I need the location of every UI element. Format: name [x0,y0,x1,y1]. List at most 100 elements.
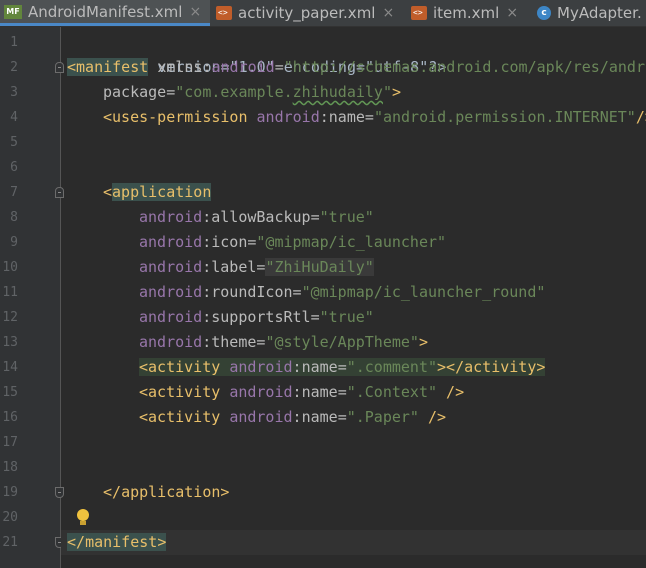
code-line: <manifest xmlns:android="http://schemas.… [61,55,646,80]
namespace: android [139,283,203,301]
tag-bracket: > [392,83,402,101]
line-number: 17 [2,435,18,450]
tag-name: uses-permission [112,108,248,126]
code-line: android:theme="@style/AppTheme"> [61,330,646,355]
line-number: 4 [10,110,18,125]
line-number: 8 [10,210,18,225]
line-number: 16 [2,410,18,425]
code-editor[interactable]: <?xml version="1.0" encoding="utf-8"?> <… [61,27,646,568]
namespace: android [139,308,203,326]
tag-bracket: < [139,358,149,376]
tag-bracket: > [220,483,230,501]
colon: : [292,408,302,426]
code-line: <activity android:name=".Paper" /> [61,405,646,430]
code-line: <activity android:name=".Context" /> [61,380,646,405]
code-line: <uses-permission android:name="android.p… [61,105,646,130]
line-number-gutter: 1 2 3 4 5 6 7 8 9 10 11 12 13 14 15 16 1… [0,27,64,568]
equals: = [292,283,302,301]
attribute-value: ".Context" [346,383,438,401]
attribute-name: name [328,108,365,126]
code-line: <activity android:name=".comment"></acti… [61,355,646,380]
equals: = [310,308,320,326]
tag-name: activity [464,358,537,376]
line-number: 10 [2,260,18,275]
equals: = [364,108,374,126]
close-icon[interactable]: × [506,5,518,21]
colon: : [319,108,329,126]
namespace: android [229,408,293,426]
line-number: 14 [2,360,18,375]
line-number: 9 [10,235,18,250]
close-icon[interactable]: × [189,4,201,20]
tag-bracket: < [103,108,113,126]
tag-bracket: ></ [437,358,465,376]
colon: : [202,233,212,251]
tag-bracket: </ [67,533,86,551]
attribute-value: "@style/AppTheme" [265,333,419,351]
tag-name: application [112,183,212,201]
xml-file-icon [411,6,427,20]
tag-name: activity [148,408,221,426]
attribute-value: "http://schemas.android.com/apk/res/andr… [283,58,646,76]
close-icon[interactable]: × [382,5,394,21]
xml-file-icon [216,6,232,20]
spelling-highlight: zhihudaily [292,83,383,101]
tag-bracket: < [103,183,113,201]
namespace: android [229,358,293,376]
attribute-value: " [382,83,392,101]
tab-label: item.xml [433,4,500,22]
tag-name: manifest [85,533,158,551]
tag-name: activity [148,358,221,376]
colon: : [202,333,212,351]
tag-bracket: /> [437,383,465,401]
attribute-name: name [301,408,338,426]
namespace: android [229,383,293,401]
namespace: android [211,58,275,76]
line-number: 11 [2,285,18,300]
colon: : [202,308,212,326]
tag-name: activity [148,383,221,401]
colon: : [202,58,212,76]
tag-bracket: /> [418,408,447,426]
namespace: android [139,258,203,276]
attribute-value: "@mipmap/ic_launcher" [256,233,447,251]
tag-bracket: > [418,333,428,351]
tab-my-adapter[interactable]: c MyAdapter. [533,0,646,26]
code-line: android:label="ZhiHuDaily" [61,255,646,280]
java-class-icon: c [537,6,551,20]
code-line: <?xml version="1.0" encoding="utf-8"?> [61,30,646,76]
line-number: 18 [2,460,18,475]
tag-bracket: </ [103,483,122,501]
code-line: </application> [61,480,646,505]
tag-bracket: < [67,58,77,76]
tab-activity-paper[interactable]: activity_paper.xml × [212,0,406,26]
manifest-file-icon: MF [4,4,22,19]
tag-bracket: /> [635,108,646,126]
tab-label: activity_paper.xml [238,4,376,22]
tag-name: application [121,483,221,501]
tab-item[interactable]: item.xml × [407,0,535,26]
line-number: 3 [10,85,18,100]
code-line-current: </manifest> [61,530,646,555]
colon: : [202,258,212,276]
line-number: 15 [2,385,18,400]
attribute-name: xmlns [157,58,203,76]
equals: = [166,83,176,101]
tab-android-manifest[interactable]: MF AndroidManifest.xml × [0,0,210,26]
attribute-value: "com.example. [175,83,293,101]
attribute-name: supportsRtl [211,308,311,326]
line-number: 20 [2,510,18,525]
colon: : [292,383,302,401]
attribute-name: label [211,258,257,276]
code-line: package="com.example.zhihudaily"> [61,80,646,105]
colon: : [202,283,212,301]
tab-label: MyAdapter. [557,4,642,22]
code-line: android:icon="@mipmap/ic_launcher" [61,230,646,255]
attribute-value: "android.permission.INTERNET" [373,108,636,126]
space [220,358,230,376]
attribute-value: "ZhiHuDaily" [265,258,374,276]
